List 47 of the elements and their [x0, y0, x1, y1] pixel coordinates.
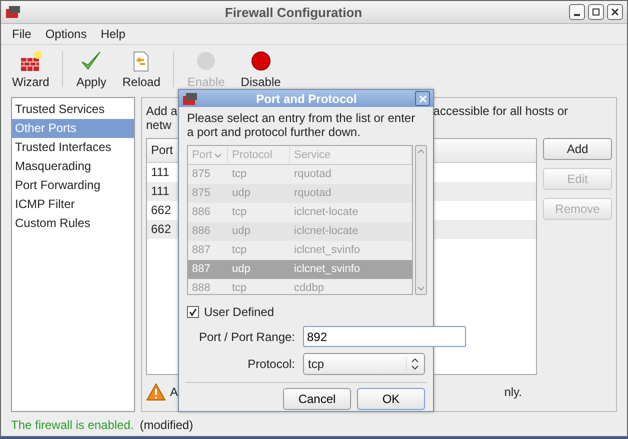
filled-circle-icon — [250, 50, 272, 72]
sidebar-item[interactable]: ICMP Filter — [12, 195, 134, 214]
checkbox-label: User Defined — [204, 305, 274, 320]
action-button[interactable]: Add — [543, 138, 612, 160]
field-label: Port / Port Range: — [198, 330, 295, 344]
warning-text: nly. — [504, 385, 522, 399]
sidebar-item[interactable]: Port Forwarding — [12, 176, 134, 195]
firewall-icon — [182, 92, 198, 106]
instructions-text: Please select an entry from the list or enter a port and protocol further down. — [186, 110, 416, 142]
dialog-button[interactable]: OK — [357, 388, 425, 410]
window-title: Firewall Configuration — [224, 4, 364, 20]
warning-text: A — [170, 385, 178, 399]
close-button[interactable] — [607, 4, 623, 20]
toolbar-button[interactable]: Reload — [115, 50, 168, 89]
status-text: The firewall is enabled. — [11, 418, 134, 432]
port-field[interactable]: 892 — [303, 326, 466, 348]
firewall-icon — [5, 5, 21, 19]
close-icon — [418, 94, 426, 103]
dialog-title: Port and Protocol — [255, 92, 358, 106]
circle-icon — [195, 50, 218, 72]
dialog-button[interactable]: Cancel — [283, 388, 351, 410]
description-text: netw — [146, 118, 172, 132]
field-label: Protocol: — [246, 357, 295, 372]
warning-icon — [146, 383, 166, 401]
description-text: accessible for all hosts or — [433, 104, 568, 118]
toolbar-button[interactable]: Apply — [69, 50, 114, 89]
description-text: Add a — [146, 104, 178, 118]
maximize-button[interactable] — [588, 4, 604, 20]
checkbox[interactable] — [187, 306, 199, 318]
sidebar-item[interactable]: Masquerading — [12, 157, 134, 176]
sidebar-item[interactable]: Trusted Services — [12, 100, 134, 119]
sidebar-item[interactable]: Trusted Interfaces — [12, 138, 134, 157]
toolbar-button[interactable]: Disable — [234, 50, 288, 89]
protocol-dropdown[interactable]: tcp — [303, 353, 425, 376]
close-button[interactable] — [415, 91, 430, 106]
status-text: (modified) — [140, 418, 194, 432]
close-icon — [611, 8, 619, 16]
sidebar-item[interactable]: Custom Rules — [12, 214, 134, 233]
menu-item[interactable]: Help — [94, 27, 132, 41]
menu-item[interactable]: File — [5, 27, 38, 41]
menu-item[interactable]: Options — [38, 27, 94, 41]
toolbar-button[interactable]: Wizard — [5, 50, 56, 89]
maximize-icon — [592, 8, 600, 16]
brick-wall-icon — [18, 50, 43, 72]
minimize-button[interactable] — [569, 4, 585, 20]
checkmark-icon — [79, 50, 104, 72]
sort-caret-icon — [214, 152, 222, 158]
